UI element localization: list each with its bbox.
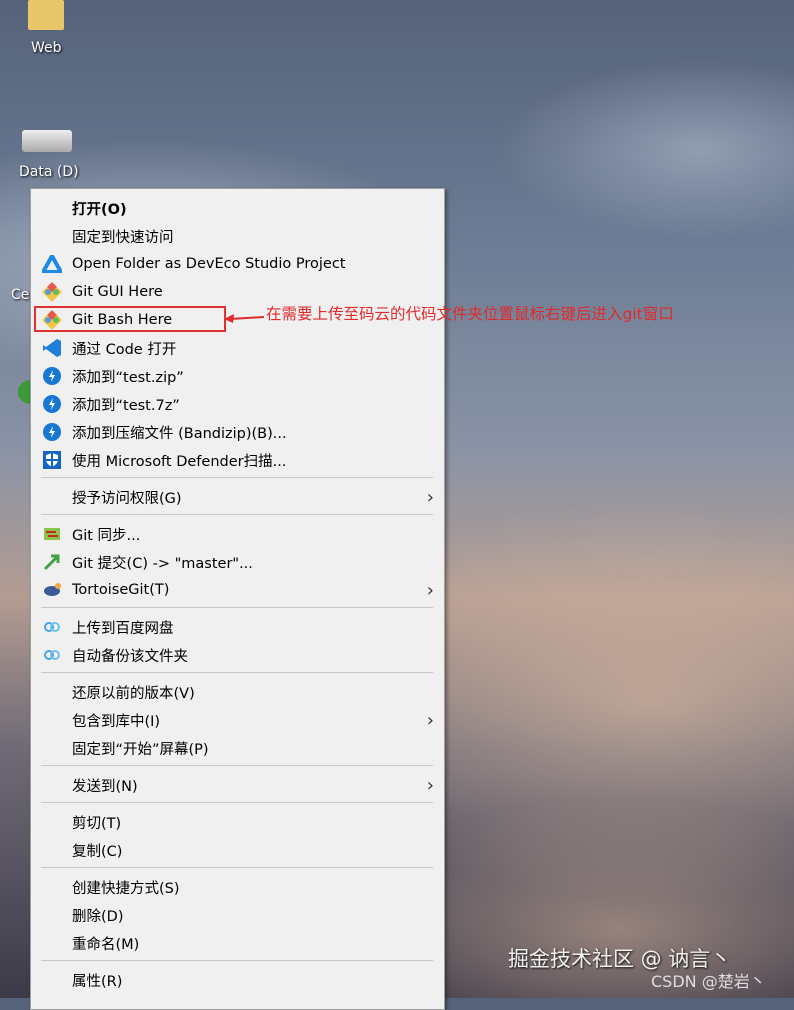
menu-item[interactable]: 使用 Microsoft Defender扫描...: [31, 446, 444, 474]
menu-item-label: 添加到“test.zip”: [72, 369, 184, 386]
menu-item-label: 固定到快速访问: [72, 229, 174, 246]
baidu-netdisk-icon: [41, 644, 63, 666]
menu-separator: [41, 607, 433, 608]
menu-item-label: 添加到“test.7z”: [72, 397, 180, 414]
menu-item[interactable]: 通过 Code 打开: [31, 334, 444, 362]
menu-item[interactable]: 创建快捷方式(S): [31, 873, 444, 901]
menu-item[interactable]: 添加到“test.zip”: [31, 362, 444, 390]
menu-item[interactable]: 授予访问权限(G) ›: [31, 483, 444, 511]
menu-item[interactable]: Open Folder as DevEco Studio Project: [31, 250, 444, 278]
menu-item[interactable]: 属性(R): [31, 966, 444, 994]
chevron-right-icon: ›: [426, 579, 434, 601]
deveco-icon: [41, 253, 63, 275]
menu-item[interactable]: TortoiseGit(T) ›: [31, 576, 444, 604]
menu-item[interactable]: 删除(D): [31, 901, 444, 929]
menu-item-label: 授予访问权限(G): [72, 490, 182, 507]
chevron-right-icon: ›: [426, 774, 434, 796]
menu-item-label: 还原以前的版本(V): [72, 685, 195, 702]
csdn-watermark: CSDN @楚岩丶: [651, 972, 766, 991]
menu-item[interactable]: 上传到百度网盘: [31, 613, 444, 641]
menu-item-label: Open Folder as DevEco Studio Project: [72, 256, 346, 272]
menu-item-label: 上传到百度网盘: [72, 620, 174, 637]
folder-icon[interactable]: [28, 0, 64, 30]
menu-separator: [41, 672, 433, 673]
menu-item[interactable]: Git 同步...: [31, 520, 444, 548]
menu-separator: [41, 514, 433, 515]
menu-item-label: 复制(C): [72, 843, 123, 860]
menu-item-label: 添加到压缩文件 (Bandizip)(B)...: [72, 425, 287, 442]
tortoisegit-commit-icon: [41, 551, 63, 573]
chevron-right-icon: ›: [426, 709, 434, 731]
annotation-text: 在需要上传至码云的代码文件夹位置鼠标右键后进入git窗口: [266, 305, 674, 323]
highlight-box: [34, 306, 226, 332]
menu-item-label: 通过 Code 打开: [72, 341, 177, 358]
menu-item-label: 发送到(N): [72, 778, 138, 795]
menu-item-label: 自动备份该文件夹: [72, 648, 188, 665]
menu-item-label: 创建快捷方式(S): [72, 880, 180, 897]
menu-separator: [41, 960, 433, 961]
git-icon: [41, 281, 63, 303]
chevron-right-icon: ›: [426, 486, 434, 508]
menu-item[interactable]: 剪切(T): [31, 808, 444, 836]
menu-item[interactable]: 重命名(M): [31, 929, 444, 957]
menu-separator: [41, 867, 433, 868]
menu-item[interactable]: 包含到库中(I) ›: [31, 706, 444, 734]
menu-item-label: 剪切(T): [72, 815, 122, 832]
tortoisegit-sync-icon: [41, 523, 63, 545]
menu-item-label: 重命名(M): [72, 936, 140, 953]
menu-separator: [41, 477, 433, 478]
menu-item-label: Git 同步...: [72, 527, 141, 544]
menu-item[interactable]: 固定到快速访问: [31, 222, 444, 250]
baidu-netdisk-icon: [41, 616, 63, 638]
desktop-icon-web-label[interactable]: Web: [31, 40, 62, 56]
menu-item-label: 删除(D): [72, 908, 124, 925]
menu-separator: [41, 765, 433, 766]
drive-icon[interactable]: [22, 130, 72, 152]
menu-item[interactable]: 还原以前的版本(V): [31, 678, 444, 706]
vscode-icon: [41, 337, 63, 359]
menu-item[interactable]: 添加到压缩文件 (Bandizip)(B)...: [31, 418, 444, 446]
menu-item[interactable]: 添加到“test.7z”: [31, 390, 444, 418]
tortoisegit-icon: [41, 579, 63, 601]
menu-item-label: 属性(R): [72, 973, 123, 990]
menu-item-label: Git 提交(C) -> "master"...: [72, 555, 253, 572]
desktop-icon-data-label[interactable]: Data (D): [19, 164, 79, 180]
menu-item[interactable]: 固定到“开始”屏幕(P): [31, 734, 444, 762]
menu-item[interactable]: 复制(C): [31, 836, 444, 864]
menu-item[interactable]: 发送到(N) ›: [31, 771, 444, 799]
bandizip-icon: [41, 365, 63, 387]
menu-item-label: 包含到库中(I): [72, 713, 161, 730]
arrow-icon: [224, 314, 265, 323]
desktop-icon-partial-label[interactable]: Ce: [11, 287, 29, 303]
menu-item[interactable]: 自动备份该文件夹: [31, 641, 444, 669]
menu-item[interactable]: Git 提交(C) -> "master"...: [31, 548, 444, 576]
bandizip-icon: [41, 393, 63, 415]
menu-item-label: 固定到“开始”屏幕(P): [72, 741, 209, 758]
menu-item-label: Git GUI Here: [72, 284, 163, 300]
menu-item-label: TortoiseGit(T): [72, 582, 170, 598]
bandizip-icon: [41, 421, 63, 443]
menu-item[interactable]: 打开(O): [31, 194, 444, 222]
menu-item-label: 使用 Microsoft Defender扫描...: [72, 453, 287, 470]
menu-separator: [41, 802, 433, 803]
menu-item-label: 打开(O): [72, 201, 127, 218]
defender-icon: [41, 449, 63, 471]
